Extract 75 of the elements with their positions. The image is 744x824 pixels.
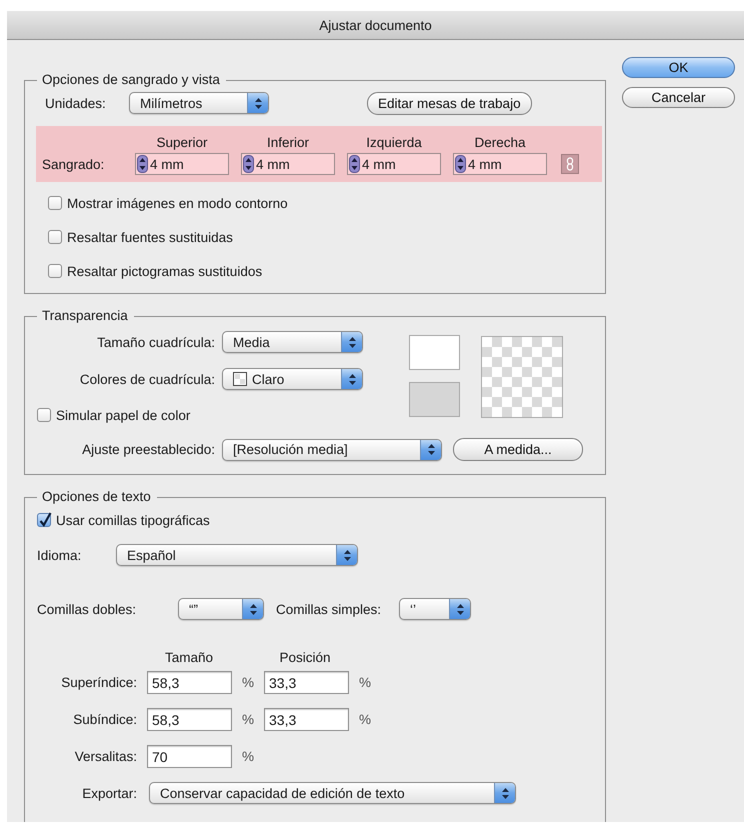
field-label: Colores de cuadrícula: <box>78 372 215 386</box>
group-title: Transparencia <box>37 308 134 324</box>
field-label: Comillas simples: <box>276 602 382 616</box>
field-label: Comillas dobles: <box>37 602 138 616</box>
checkbox[interactable] <box>48 230 62 244</box>
updown-arrows-icon <box>500 786 510 800</box>
dropdown[interactable]: [Resolución media] <box>222 438 442 460</box>
field-label: Exportar: <box>81 786 137 800</box>
checkbox[interactable] <box>48 196 62 210</box>
checkbox[interactable] <box>37 513 51 527</box>
field-label: Superíndice: <box>60 675 137 690</box>
column-header: Tamaño <box>164 650 214 665</box>
bleed-field[interactable]: 4 mm <box>347 153 441 175</box>
bleed-field[interactable]: 4 mm <box>135 153 229 175</box>
ok-button[interactable]: OK <box>622 57 735 78</box>
updown-arrows-icon <box>248 602 258 616</box>
custom-button[interactable]: A medida... <box>453 438 583 461</box>
updown-arrows-icon <box>254 96 262 110</box>
updown-arrows-icon <box>456 602 465 616</box>
field-label: Versalitas: <box>74 749 137 764</box>
input-field[interactable]: 33,3 <box>264 708 350 731</box>
updown-arrows-icon <box>348 372 356 386</box>
unit-label: % <box>242 675 254 690</box>
cancel-button[interactable]: Cancelar <box>622 87 735 108</box>
group-title: Opciones de sangrado y vista <box>37 72 226 88</box>
bleed-field[interactable]: 4 mm <box>241 153 335 175</box>
checkbox-label: Resaltar pictogramas sustituidos <box>67 264 262 278</box>
grid-color-swatch <box>409 335 460 370</box>
checkbox-label: Usar comillas tipográficas <box>56 512 210 528</box>
field-label: Subíndice: <box>72 712 137 727</box>
checkbox[interactable] <box>48 264 62 278</box>
column-header: Superior <box>155 134 209 150</box>
window-title: Ajustar documento <box>319 18 432 32</box>
checkbox-label: Resaltar fuentes sustituidas <box>67 230 233 244</box>
input-field[interactable]: 58,3 <box>147 671 232 694</box>
column-header: Derecha <box>473 134 527 150</box>
input-field[interactable]: 58,3 <box>147 708 232 731</box>
checkbox-label: Simular papel de color <box>56 408 190 422</box>
field-label: Idioma: <box>37 548 82 562</box>
checkbox[interactable] <box>37 408 51 422</box>
dropdown[interactable]: Media <box>222 331 363 353</box>
unit-label: % <box>359 712 372 727</box>
field-label: Ajuste preestablecido: <box>81 442 215 457</box>
input-field[interactable]: 70 <box>147 745 232 768</box>
dropdown[interactable]: “” <box>178 598 264 620</box>
chain-icon <box>566 157 574 171</box>
updown-arrows-icon <box>342 548 352 562</box>
dropdown[interactable]: Español <box>116 544 358 566</box>
stepper-icon[interactable] <box>349 155 360 173</box>
bleed-field[interactable]: 4 mm <box>453 153 547 175</box>
field-label: Sangrado: <box>42 156 106 172</box>
updown-arrows-icon <box>426 443 436 456</box>
input-field[interactable]: 33,3 <box>264 671 350 694</box>
unit-label: % <box>242 712 254 727</box>
dropdown[interactable]: Conservar capacidad de edición de texto <box>149 782 516 804</box>
dropdown[interactable]: Milímetros <box>129 92 269 114</box>
field-label: Unidades: <box>45 96 107 110</box>
updown-arrows-icon <box>348 336 356 348</box>
unit-label: % <box>359 675 372 690</box>
column-header: Izquierda <box>365 134 423 150</box>
stepper-icon[interactable] <box>455 155 466 173</box>
dropdown[interactable]: ‘’ <box>399 598 472 620</box>
group-title: Opciones de texto <box>37 489 157 505</box>
link-button[interactable] <box>561 154 579 174</box>
checkbox-label: Mostrar imágenes en modo contorno <box>67 196 288 210</box>
stepper-icon[interactable] <box>137 155 148 173</box>
grid-swatch-icon <box>233 372 247 386</box>
stepper-icon[interactable] <box>243 155 254 173</box>
edit-artboards-button[interactable]: Editar mesas de trabajo <box>367 92 532 114</box>
grid-color-swatch <box>409 382 460 417</box>
field-label: Tamaño cuadrícula: <box>96 334 215 350</box>
column-header: Inferior <box>266 134 310 150</box>
unit-label: % <box>242 749 254 764</box>
column-header: Posición <box>278 650 332 665</box>
dropdown[interactable]: Claro <box>222 368 363 390</box>
